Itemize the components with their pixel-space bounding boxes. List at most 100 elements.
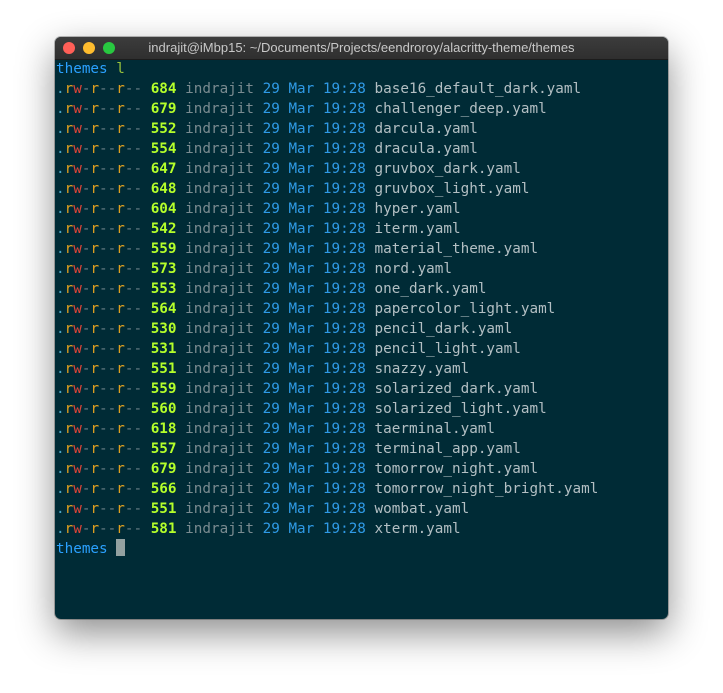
file-date: 29 Mar 19:28 [262, 161, 366, 177]
window-title: indrajit@iMbp15: ~/Documents/Projects/ee… [148, 40, 575, 55]
file-date: 29 Mar 19:28 [262, 321, 366, 337]
file-size: 551 [150, 361, 177, 377]
file-owner: indrajit [185, 341, 255, 357]
file-date: 29 Mar 19:28 [262, 441, 366, 457]
file-permissions: .rw-r--r-- [56, 341, 143, 357]
file-owner: indrajit [185, 161, 255, 177]
file-owner: indrajit [185, 441, 255, 457]
file-owner: indrajit [185, 221, 255, 237]
file-permissions: .rw-r--r-- [56, 321, 143, 337]
file-name: tomorrow_night_bright.yaml [374, 481, 599, 497]
file-name: terminal_app.yaml [374, 441, 521, 457]
file-owner: indrajit [185, 101, 255, 117]
file-name: pencil_light.yaml [374, 341, 521, 357]
file-size: 604 [150, 201, 177, 217]
file-size: 553 [150, 281, 177, 297]
file-date: 29 Mar 19:28 [262, 201, 366, 217]
prompt-dir: themes [56, 541, 108, 557]
file-name: xterm.yaml [374, 521, 461, 537]
file-name: nord.yaml [374, 261, 452, 277]
file-name: solarized_light.yaml [374, 401, 547, 417]
file-owner: indrajit [185, 361, 255, 377]
file-date: 29 Mar 19:28 [262, 281, 366, 297]
file-name: solarized_dark.yaml [374, 381, 539, 397]
list-item: .rw-r--r-- 542 indrajit 29 Mar 19:28 ite… [56, 219, 668, 239]
prompt-line: themes l [56, 59, 668, 79]
file-owner: indrajit [185, 81, 255, 97]
list-item: .rw-r--r-- 684 indrajit 29 Mar 19:28 bas… [56, 79, 668, 99]
file-size: 531 [150, 341, 177, 357]
file-name: pencil_dark.yaml [374, 321, 513, 337]
file-date: 29 Mar 19:28 [262, 241, 366, 257]
file-date: 29 Mar 19:28 [262, 181, 366, 197]
file-size: 557 [150, 441, 177, 457]
file-size: 566 [150, 481, 177, 497]
list-item: .rw-r--r-- 679 indrajit 29 Mar 19:28 tom… [56, 459, 668, 479]
file-owner: indrajit [185, 301, 255, 317]
file-name: gruvbox_dark.yaml [374, 161, 521, 177]
list-item: .rw-r--r-- 554 indrajit 29 Mar 19:28 dra… [56, 139, 668, 159]
file-date: 29 Mar 19:28 [262, 121, 366, 137]
file-permissions: .rw-r--r-- [56, 221, 143, 237]
file-size: 679 [150, 101, 177, 117]
file-size: 679 [150, 461, 177, 477]
file-permissions: .rw-r--r-- [56, 261, 143, 277]
list-item: .rw-r--r-- 557 indrajit 29 Mar 19:28 ter… [56, 439, 668, 459]
file-size: 554 [150, 141, 177, 157]
file-owner: indrajit [185, 481, 255, 497]
file-owner: indrajit [185, 141, 255, 157]
file-date: 29 Mar 19:28 [262, 521, 366, 537]
file-size: 581 [150, 521, 177, 537]
list-item: .rw-r--r-- 618 indrajit 29 Mar 19:28 tae… [56, 419, 668, 439]
list-item: .rw-r--r-- 530 indrajit 29 Mar 19:28 pen… [56, 319, 668, 339]
file-owner: indrajit [185, 201, 255, 217]
file-size: 684 [150, 81, 177, 97]
file-owner: indrajit [185, 521, 255, 537]
file-permissions: .rw-r--r-- [56, 81, 143, 97]
file-date: 29 Mar 19:28 [262, 101, 366, 117]
prompt-dir: themes [56, 61, 108, 77]
file-name: base16_default_dark.yaml [374, 81, 582, 97]
file-permissions: .rw-r--r-- [56, 241, 143, 257]
file-date: 29 Mar 19:28 [262, 221, 366, 237]
list-item: .rw-r--r-- 564 indrajit 29 Mar 19:28 pap… [56, 299, 668, 319]
file-permissions: .rw-r--r-- [56, 181, 143, 197]
file-permissions: .rw-r--r-- [56, 441, 143, 457]
file-date: 29 Mar 19:28 [262, 481, 366, 497]
title-bar[interactable]: indrajit@iMbp15: ~/Documents/Projects/ee… [55, 37, 668, 60]
file-permissions: .rw-r--r-- [56, 101, 143, 117]
file-date: 29 Mar 19:28 [262, 361, 366, 377]
file-owner: indrajit [185, 501, 255, 517]
prompt-line-current[interactable]: themes [56, 539, 668, 559]
file-listing: .rw-r--r-- 684 indrajit 29 Mar 19:28 bas… [56, 79, 668, 539]
list-item: .rw-r--r-- 560 indrajit 29 Mar 19:28 sol… [56, 399, 668, 419]
terminal-content[interactable]: themes l .rw-r--r-- 684 indrajit 29 Mar … [55, 59, 668, 619]
file-date: 29 Mar 19:28 [262, 341, 366, 357]
file-owner: indrajit [185, 381, 255, 397]
file-date: 29 Mar 19:28 [262, 381, 366, 397]
list-item: .rw-r--r-- 648 indrajit 29 Mar 19:28 gru… [56, 179, 668, 199]
file-name: iterm.yaml [374, 221, 461, 237]
file-name: challenger_deep.yaml [374, 101, 547, 117]
list-item: .rw-r--r-- 559 indrajit 29 Mar 19:28 sol… [56, 379, 668, 399]
file-owner: indrajit [185, 241, 255, 257]
list-item: .rw-r--r-- 559 indrajit 29 Mar 19:28 mat… [56, 239, 668, 259]
file-permissions: .rw-r--r-- [56, 301, 143, 317]
file-permissions: .rw-r--r-- [56, 401, 143, 417]
terminal-window[interactable]: indrajit@iMbp15: ~/Documents/Projects/ee… [55, 37, 668, 619]
file-permissions: .rw-r--r-- [56, 381, 143, 397]
file-date: 29 Mar 19:28 [262, 141, 366, 157]
file-size: 648 [150, 181, 177, 197]
file-permissions: .rw-r--r-- [56, 481, 143, 497]
prompt-command: l [116, 61, 125, 77]
file-name: dracula.yaml [374, 141, 478, 157]
file-owner: indrajit [185, 281, 255, 297]
list-item: .rw-r--r-- 647 indrajit 29 Mar 19:28 gru… [56, 159, 668, 179]
file-name: taerminal.yaml [374, 421, 496, 437]
file-permissions: .rw-r--r-- [56, 281, 143, 297]
file-owner: indrajit [185, 401, 255, 417]
file-date: 29 Mar 19:28 [262, 81, 366, 97]
file-owner: indrajit [185, 421, 255, 437]
file-owner: indrajit [185, 181, 255, 197]
file-owner: indrajit [185, 261, 255, 277]
